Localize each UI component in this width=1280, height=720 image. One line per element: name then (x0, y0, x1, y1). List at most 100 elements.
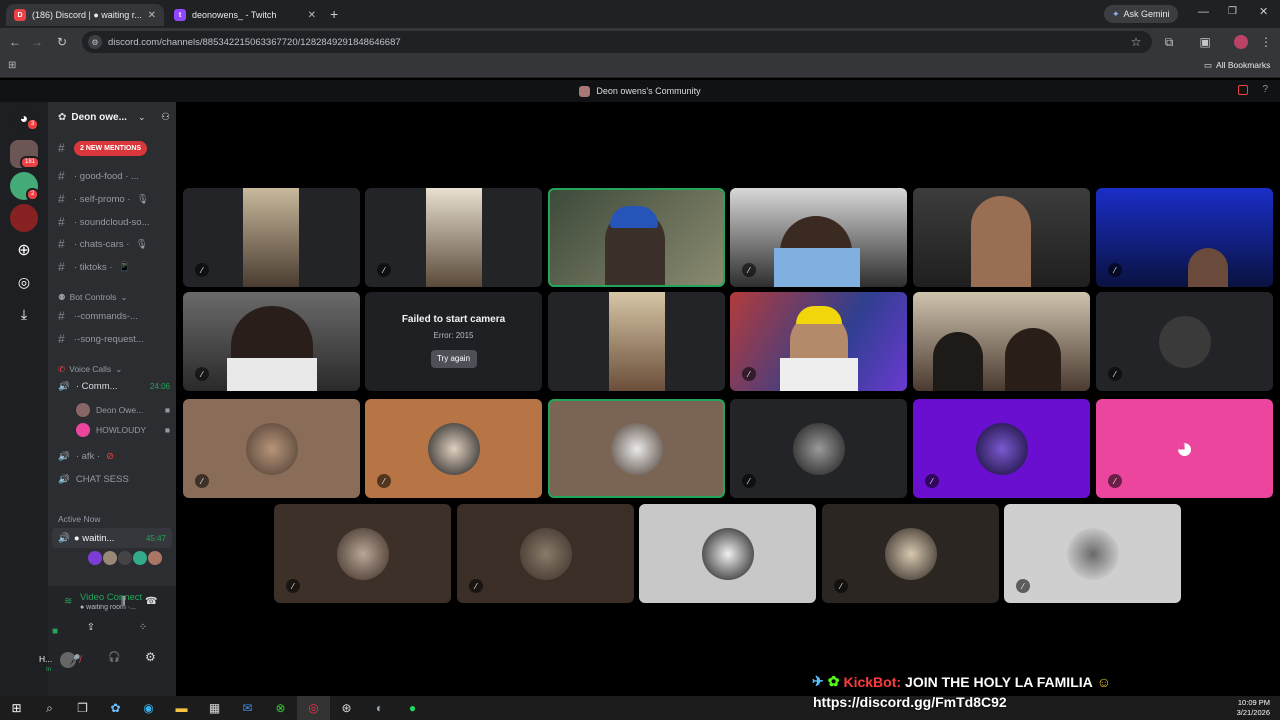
video-tile[interactable]: ⁄ (183, 188, 360, 287)
reload-icon[interactable]: ↻ (53, 33, 71, 51)
try-again-button[interactable]: Try again (430, 350, 477, 368)
bookmark-star-icon[interactable]: ☆ (1127, 33, 1145, 51)
video-tile[interactable]: ⁄ (365, 188, 542, 287)
download-icon[interactable]: ⤓ (10, 300, 38, 328)
channel-soundcloud[interactable]: # · soundcloud-so... (58, 215, 170, 229)
steam-icon[interactable]: ◐ (363, 696, 396, 720)
forward-icon[interactable]: → (28, 33, 46, 51)
video-tile[interactable]: ⁄ (1096, 292, 1273, 391)
add-server-icon[interactable]: ⊕ (10, 236, 38, 264)
invite-icon[interactable]: ⚇ (161, 112, 170, 123)
noise-suppression-icon[interactable]: ⫼ (121, 596, 126, 607)
video-tile[interactable] (913, 188, 1090, 287)
video-tile[interactable]: ⁄ (913, 399, 1090, 498)
video-tile[interactable]: ⁄ (274, 504, 451, 603)
video-tile-speaking[interactable] (548, 188, 725, 287)
category-bot-controls[interactable]: ⚉ Bot Controls ⌄ (58, 292, 128, 303)
screen-share-button[interactable]: ⇪ (82, 622, 100, 640)
side-panel-icon[interactable]: ▣ (1196, 33, 1214, 51)
voice-channel-community[interactable]: 🔊 · Comm... 24:06 (58, 381, 170, 392)
voice-user-howloudy[interactable]: HOWLOUDY ■ (76, 423, 170, 437)
ask-gemini-button[interactable]: ✦ Ask Gemini (1104, 5, 1178, 23)
voice-channel-afk[interactable]: 🔊 · afk · ⊘ (58, 451, 170, 462)
close-tab-icon[interactable]: ✕ (148, 10, 156, 21)
all-bookmarks-button[interactable]: ▭ All Bookmarks (1204, 60, 1270, 71)
inbox-icon[interactable] (1238, 85, 1248, 95)
profile-avatar[interactable] (1234, 35, 1248, 49)
voice-user-deon[interactable]: Deon Owe... ■ (76, 403, 170, 417)
url-bar[interactable]: ⚙ discord.com/channels/88534221506336772… (82, 31, 1152, 53)
webcam-feed (1188, 248, 1228, 287)
chrome-icon[interactable]: ◎ (297, 696, 330, 720)
video-tile[interactable]: ⁄ (183, 399, 360, 498)
video-tile[interactable]: ⁄ (457, 504, 634, 603)
video-tile[interactable]: ⁄ (730, 399, 907, 498)
headset-icon[interactable]: 🎧 (108, 652, 120, 663)
channel-song-request[interactable]: # ·-song-request... (58, 332, 170, 346)
store-icon[interactable]: ▦ (198, 696, 231, 720)
mail-icon[interactable]: ✉ (231, 696, 264, 720)
new-mentions-pill[interactable]: 2 NEW MENTIONS (74, 141, 148, 156)
video-tile[interactable]: ⁄ (183, 292, 360, 391)
xbox-icon[interactable]: ⊗ (264, 696, 297, 720)
spotify-icon[interactable]: ● (396, 696, 429, 720)
maximize-icon[interactable]: ❐ (1228, 6, 1237, 17)
site-info-icon[interactable]: ⚙ (88, 35, 102, 49)
disconnect-icon[interactable]: ☎ (145, 596, 157, 607)
tab-discord[interactable]: D (186) Discord | ● waiting r... ✕ (6, 4, 164, 26)
camera-toggle-button[interactable]: ■ (32, 622, 76, 640)
task-view-icon[interactable]: ❐ (66, 696, 99, 720)
app-icon[interactable]: ⊛ (330, 696, 363, 720)
clock-time: 10:09 PM (1237, 698, 1270, 707)
channel-self-promo[interactable]: # · self-promo · 🎙 (58, 192, 170, 206)
file-explorer-icon[interactable]: ▬ (165, 696, 198, 720)
server-icon-3[interactable] (10, 204, 38, 232)
apps-grid-icon[interactable]: ⊞ (8, 60, 16, 71)
new-tab-icon[interactable]: + (330, 6, 338, 22)
windows-start-icon[interactable]: ⊞ (0, 696, 33, 720)
video-tile[interactable] (639, 504, 816, 603)
minimize-icon[interactable]: — (1198, 6, 1209, 18)
hash-icon: # (58, 332, 65, 346)
back-icon[interactable]: ← (6, 33, 24, 51)
voice-channel-chat-sess[interactable]: 🔊 CHAT SESS (58, 474, 170, 485)
video-tile[interactable]: ⁄ (822, 504, 999, 603)
help-icon[interactable]: ? (1262, 84, 1268, 95)
system-clock[interactable]: 10:09 PM 3/21/2026 (1237, 698, 1270, 718)
edge-icon[interactable]: ◉ (132, 696, 165, 720)
discover-icon[interactable]: ◎ (10, 268, 38, 296)
user-name-text: H... (39, 654, 53, 664)
video-tile[interactable] (913, 292, 1090, 391)
video-tile[interactable]: ◕ ⁄ (1096, 399, 1273, 498)
search-icon[interactable]: ⌕ (33, 696, 66, 720)
window-close-icon[interactable]: ✕ (1259, 5, 1268, 18)
pin-icon: ✈ (812, 673, 824, 689)
close-tab-icon[interactable]: ✕ (308, 10, 316, 21)
extensions-icon[interactable]: ⧉ (1160, 33, 1178, 51)
channel-chats-cars[interactable]: # · chats-cars · 🎙 (58, 237, 170, 251)
speaker-icon: 🔊 (58, 381, 70, 392)
video-tile[interactable]: ⁄ (1096, 188, 1273, 287)
video-tile[interactable]: ⁄ (730, 188, 907, 287)
video-tile-speaking[interactable] (548, 399, 725, 498)
menu-kebab-icon[interactable]: ⋮ (1257, 33, 1275, 51)
video-tile[interactable]: ⁄ (730, 292, 907, 391)
channel-commands[interactable]: # ·-commands-... (58, 309, 170, 323)
channel-good-food[interactable]: # · good-food · ... (58, 169, 170, 183)
mute-mic-button[interactable]: 🎤̸ (68, 650, 96, 670)
channel-tiktoks[interactable]: # · tiktoks · 📱 (58, 260, 170, 274)
video-tile[interactable]: ⁄ (1004, 504, 1181, 603)
category-voice-calls[interactable]: ✆ Voice Calls ⌄ (58, 364, 122, 375)
video-tile[interactable] (548, 292, 725, 391)
speaker-icon: 🔊 (58, 474, 70, 485)
muted-icon: ⁄ (834, 579, 848, 593)
server-header[interactable]: ✿ Deon owe... ⌄ ⚇ (58, 112, 170, 123)
copilot-icon[interactable]: ✿ (99, 696, 132, 720)
avatar (1158, 315, 1211, 368)
invite-link[interactable]: https://discord.gg/FmTd8C92 (813, 694, 1007, 710)
tab-twitch[interactable]: t deonowens_ - Twitch ✕ (166, 4, 324, 26)
video-tile[interactable]: ⁄ (365, 399, 542, 498)
active-now-item[interactable]: 🔊 ● waitin... 45:47 (52, 528, 172, 548)
settings-gear-icon[interactable]: ⚙ (145, 650, 156, 664)
activities-button[interactable]: ⁘ (134, 622, 152, 640)
